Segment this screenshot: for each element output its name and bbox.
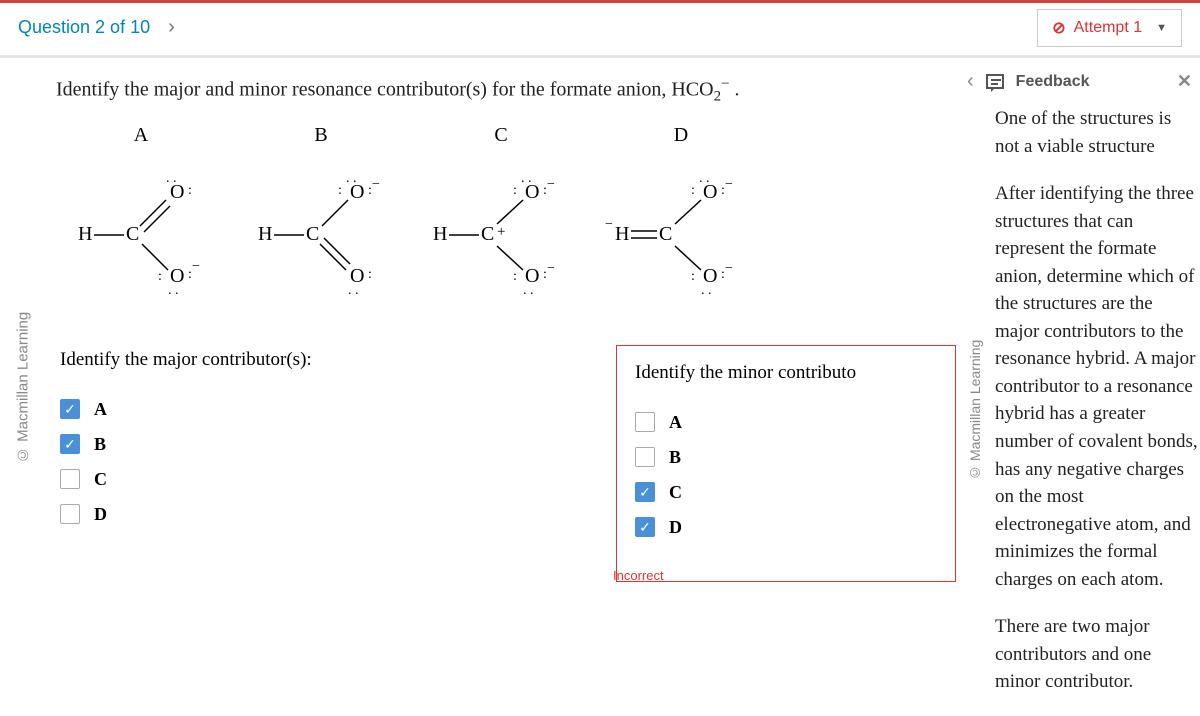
svg-text:−: − [547,177,555,192]
attempt-status-icon: ⊘ [1052,18,1065,38]
svg-text:−: − [725,261,733,276]
attempt-dropdown[interactable]: ⊘ Attempt 1 ▼ [1037,9,1182,47]
major-option-a[interactable]: ✓A [60,399,392,420]
major-option-c[interactable]: C [60,469,392,490]
question-counter: Question 2 of 10 [18,17,150,38]
structure-d-diagram: − H C O : : . . − [601,170,761,300]
svg-text:H: H [615,223,629,245]
svg-text:−: − [725,177,733,192]
svg-text::: : [188,183,192,198]
structure-d: D − H C O : : . . − [596,124,766,305]
svg-text::: : [158,269,162,284]
svg-text:−: − [192,259,200,274]
option-label: C [94,469,107,490]
option-label: A [669,412,682,433]
topbar: Question 2 of 10 › ⊘ Attempt 1 ▼ [0,0,1200,58]
checkbox[interactable] [60,504,80,524]
structure-a: A H C O : . . O : [56,124,226,305]
major-contributors-block: Identify the major contributor(s): ✓A✓BC… [56,345,396,582]
svg-text:. .: . . [168,283,179,298]
svg-text::: : [368,267,372,282]
next-question-chevron[interactable]: › [168,16,175,39]
svg-text:. .: . . [523,283,534,298]
chevron-down-icon: ▼ [1156,22,1167,34]
structure-b: B H C O : : . . − [236,124,406,305]
svg-text:. .: . . [521,171,532,186]
major-title: Identify the major contributor(s): [60,349,392,371]
content-area: Identify the major and minor resonance c… [46,58,966,716]
brand-text-feedback: © Macmillan Learning [967,105,995,716]
svg-text:H: H [258,223,272,245]
svg-text:C: C [481,223,494,245]
feedback-title: Feedback [1016,73,1090,91]
svg-text::: : [338,183,342,198]
svg-text::: : [513,183,517,198]
svg-text:. .: . . [701,283,712,298]
feedback-text: One of the structures is not a viable st… [995,105,1200,716]
checkbox[interactable]: ✓ [635,482,655,502]
checkbox[interactable] [60,469,80,489]
minor-option-a[interactable]: A [635,412,937,433]
checkbox[interactable]: ✓ [635,517,655,537]
incorrect-label: Incorrect [613,568,919,583]
svg-text:. .: . . [348,283,359,298]
option-label: D [669,517,682,538]
question-prompt: Identify the major and minor resonance c… [56,76,956,106]
minor-option-c[interactable]: ✓C [635,482,937,503]
major-option-b[interactable]: ✓B [60,434,392,455]
svg-text::: : [513,269,517,284]
svg-text:H: H [433,223,447,245]
structure-c-diagram: H C + O : : . . − O : [421,170,581,300]
feedback-panel: ‹ Feedback ✕ © Macmillan Learning One of… [966,58,1200,716]
svg-text:+: + [497,224,505,240]
svg-text:−: − [547,261,555,276]
svg-text::: : [691,183,695,198]
feedback-icon [986,74,1004,89]
svg-text:. .: . . [166,171,177,186]
close-icon[interactable]: ✕ [1177,71,1192,92]
structure-a-diagram: H C O : . . O : : . . [66,170,216,300]
option-label: A [94,399,107,420]
checkbox[interactable]: ✓ [60,399,80,419]
svg-text:−: − [372,177,380,192]
minor-contributors-block: Identify the minor contributo AB✓C✓D Inc… [616,345,956,582]
option-label: B [94,434,106,455]
svg-text:. .: . . [346,171,357,186]
brand-text: © Macmillan Learning [0,58,46,716]
minor-title: Identify the minor contributo [635,362,937,384]
svg-text:C: C [126,223,139,245]
checkbox[interactable] [635,447,655,467]
svg-text:H: H [78,223,92,245]
svg-text:−: − [605,217,613,232]
checkbox[interactable]: ✓ [60,434,80,454]
structure-b-diagram: H C O : : . . − O : [246,170,396,300]
svg-text:C: C [306,223,319,245]
attempt-label: Attempt 1 [1074,19,1142,37]
svg-text:. .: . . [699,171,710,186]
major-option-d[interactable]: D [60,504,392,525]
svg-text::: : [691,269,695,284]
minor-option-d[interactable]: ✓D [635,517,937,538]
feedback-prev-icon[interactable]: ‹ [967,70,974,93]
svg-text:C: C [659,223,672,245]
option-label: C [669,482,682,503]
structures-row: A H C O : . . O : [56,124,956,305]
structure-c: C H C + O : : . . − [416,124,586,305]
checkbox[interactable] [635,412,655,432]
option-label: D [94,504,107,525]
minor-option-b[interactable]: B [635,447,937,468]
option-label: B [669,447,681,468]
